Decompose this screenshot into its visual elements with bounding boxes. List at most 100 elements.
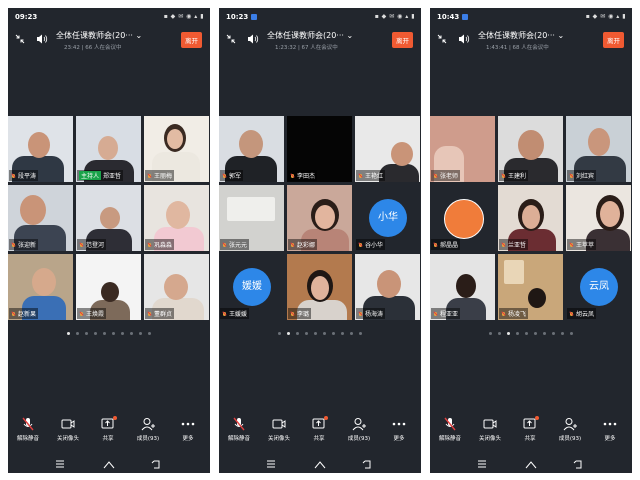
- video-tile[interactable]: 张迎新: [8, 185, 73, 251]
- meeting-title[interactable]: 全体任课教师会(20··· ⌄: [56, 30, 142, 41]
- page-dot[interactable]: [552, 332, 555, 335]
- video-tile[interactable]: 王焕霞: [76, 254, 141, 320]
- video-tile[interactable]: 刘红宾: [566, 116, 631, 182]
- video-tile[interactable]: 王丽梅: [144, 116, 209, 182]
- share-button[interactable]: 共享: [510, 416, 550, 442]
- video-tile[interactable]: 张老师: [430, 116, 495, 182]
- page-dot[interactable]: [314, 332, 317, 335]
- more-button[interactable]: 更多: [379, 416, 419, 442]
- page-dot[interactable]: [516, 332, 519, 335]
- video-tile[interactable]: 兰亚哲: [498, 185, 563, 251]
- page-dot[interactable]: [278, 332, 281, 335]
- back-icon[interactable]: [151, 460, 161, 469]
- back-icon[interactable]: [362, 460, 372, 469]
- share-button[interactable]: 共享: [88, 416, 128, 442]
- page-dot[interactable]: [85, 332, 88, 335]
- back-icon[interactable]: [573, 460, 583, 469]
- video-tile[interactable]: 小华 谷小华: [355, 185, 420, 251]
- camera-button[interactable]: 关闭像头: [470, 416, 510, 442]
- home-icon[interactable]: [525, 460, 537, 469]
- camera-button[interactable]: 关闭像头: [259, 416, 299, 442]
- page-dot[interactable]: [139, 332, 142, 335]
- page-dot[interactable]: [121, 332, 124, 335]
- chevron-down-icon[interactable]: ⌄: [557, 31, 564, 40]
- menu-icon[interactable]: [266, 460, 276, 468]
- video-tile[interactable]: 段平涛: [8, 116, 73, 182]
- page-dot[interactable]: [287, 332, 290, 335]
- page-dot[interactable]: [94, 332, 97, 335]
- page-dot[interactable]: [296, 332, 299, 335]
- page-dot[interactable]: [350, 332, 353, 335]
- speaker-icon[interactable]: [247, 33, 259, 45]
- page-dot[interactable]: [543, 332, 546, 335]
- page-indicator[interactable]: [219, 332, 421, 335]
- members-button[interactable]: 成员(93): [339, 416, 379, 442]
- video-tile[interactable]: 程亚亚: [430, 254, 495, 320]
- share-button[interactable]: 共享: [299, 416, 339, 442]
- page-dot[interactable]: [323, 332, 326, 335]
- video-tile[interactable]: 王艳红: [355, 116, 420, 182]
- video-tile[interactable]: 赵新果: [8, 254, 73, 320]
- page-dot[interactable]: [130, 332, 133, 335]
- video-tile[interactable]: 张元元: [219, 185, 284, 251]
- page-dot[interactable]: [332, 332, 335, 335]
- exit-fullscreen-icon[interactable]: [15, 34, 25, 44]
- page-dot[interactable]: [498, 332, 501, 335]
- more-button[interactable]: 更多: [168, 416, 208, 442]
- meeting-title[interactable]: 全体任课教师会(20··· ⌄: [267, 30, 353, 41]
- page-dot[interactable]: [570, 332, 573, 335]
- meeting-title[interactable]: 全体任课教师会(20··· ⌄: [478, 30, 564, 41]
- page-dot[interactable]: [67, 332, 70, 335]
- menu-icon[interactable]: [477, 460, 487, 468]
- video-tile[interactable]: 云凤 胡云凤: [566, 254, 631, 320]
- video-tile[interactable]: 王苹苹: [566, 185, 631, 251]
- page-dot[interactable]: [561, 332, 564, 335]
- more-button[interactable]: 更多: [590, 416, 630, 442]
- members-icon: [141, 418, 155, 431]
- exit-fullscreen-icon[interactable]: [226, 34, 236, 44]
- video-tile[interactable]: 郝晶晶: [430, 185, 495, 251]
- chevron-down-icon[interactable]: ⌄: [346, 31, 353, 40]
- page-indicator[interactable]: [430, 332, 632, 335]
- home-icon[interactable]: [103, 460, 115, 469]
- leave-button[interactable]: 离开: [392, 32, 413, 48]
- members-button[interactable]: 成员(93): [128, 416, 168, 442]
- speaker-icon[interactable]: [36, 33, 48, 45]
- video-tile[interactable]: 范登河: [76, 185, 141, 251]
- video-tile[interactable]: 主持人 郑亚哲: [76, 116, 141, 182]
- video-tile[interactable]: 杨海涛: [355, 254, 420, 320]
- video-tile[interactable]: 王建利: [498, 116, 563, 182]
- leave-button[interactable]: 离开: [603, 32, 624, 48]
- page-dot[interactable]: [534, 332, 537, 335]
- page-dot[interactable]: [305, 332, 308, 335]
- video-tile[interactable]: 媛媛 王媛媛: [219, 254, 284, 320]
- chevron-down-icon[interactable]: ⌄: [135, 31, 142, 40]
- page-dot[interactable]: [507, 332, 510, 335]
- unmute-button[interactable]: 解除静音: [8, 416, 48, 442]
- page-dot[interactable]: [341, 332, 344, 335]
- leave-button[interactable]: 离开: [181, 32, 202, 48]
- page-dot[interactable]: [148, 332, 151, 335]
- video-tile[interactable]: 董群贞: [144, 254, 209, 320]
- members-button[interactable]: 成员(93): [550, 416, 590, 442]
- exit-fullscreen-icon[interactable]: [437, 34, 447, 44]
- video-tile[interactable]: 巩淼淼: [144, 185, 209, 251]
- video-tile[interactable]: 杨凌飞: [498, 254, 563, 320]
- video-tile[interactable]: 李璐: [287, 254, 352, 320]
- video-tile[interactable]: 赵彩娜: [287, 185, 352, 251]
- page-indicator[interactable]: [8, 332, 210, 335]
- camera-button[interactable]: 关闭像头: [48, 416, 88, 442]
- menu-icon[interactable]: [55, 460, 65, 468]
- speaker-icon[interactable]: [458, 33, 470, 45]
- page-dot[interactable]: [525, 332, 528, 335]
- page-dot[interactable]: [76, 332, 79, 335]
- unmute-button[interactable]: 解除静音: [219, 416, 259, 442]
- page-dot[interactable]: [103, 332, 106, 335]
- page-dot[interactable]: [489, 332, 492, 335]
- video-tile[interactable]: 李田杰: [287, 116, 352, 182]
- unmute-button[interactable]: 解除静音: [430, 416, 470, 442]
- page-dot[interactable]: [112, 332, 115, 335]
- video-tile[interactable]: 郭军: [219, 116, 284, 182]
- home-icon[interactable]: [314, 460, 326, 469]
- page-dot[interactable]: [359, 332, 362, 335]
